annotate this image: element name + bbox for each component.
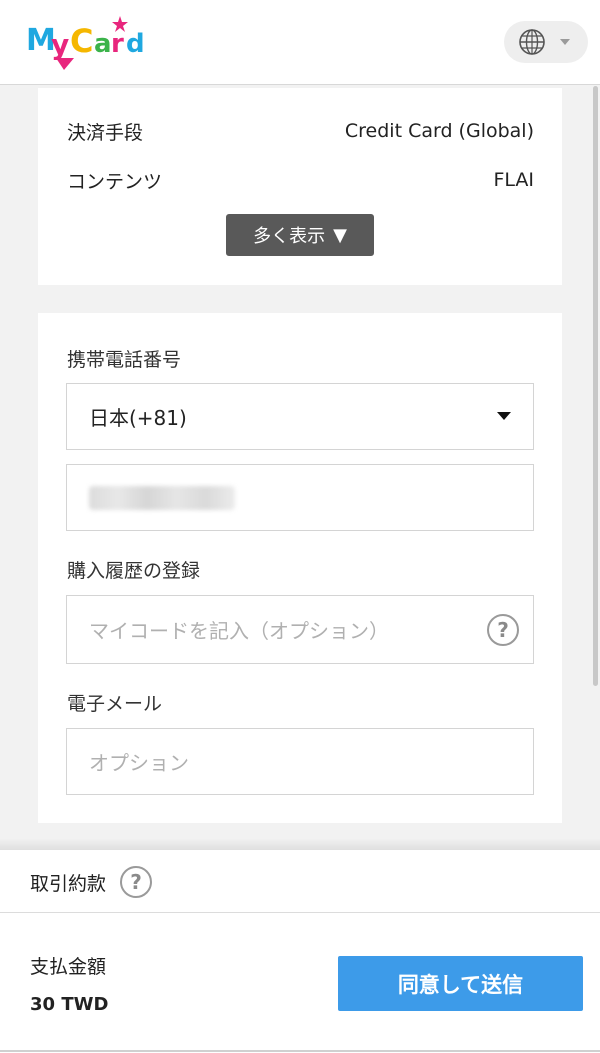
language-selector[interactable] [504, 21, 588, 63]
amount-value: 30 TWD [30, 994, 109, 1015]
svg-text:a: a [94, 29, 112, 59]
bottom-divider [0, 1050, 600, 1052]
show-more-label: 多く表示 [253, 226, 326, 247]
dropdown-arrow-icon [497, 412, 511, 420]
email-placeholder: オプション [89, 751, 189, 775]
agree-submit-button[interactable]: 同意して送信 [338, 956, 583, 1011]
caret-down-icon [560, 39, 570, 45]
country-select-value: 日本(+81) [89, 406, 187, 430]
content-value: FLAI [493, 169, 534, 191]
scrollbar[interactable] [593, 86, 598, 686]
bottom-panel-shadow [0, 838, 600, 850]
payment-method-row: 決済手段 Credit Card (Global) [67, 116, 534, 146]
mycode-placeholder: マイコードを記入（オプション） [89, 619, 389, 643]
svg-text:d: d [126, 29, 145, 59]
terms-label[interactable]: 取引約款 [30, 869, 106, 896]
content-row: コンテンツ FLAI [67, 165, 534, 195]
content-label: コンテンツ [67, 170, 163, 193]
order-summary-card: 決済手段 Credit Card (Global) コンテンツ FLAI 多く表… [38, 88, 562, 285]
mycode-label: 購入履歴の登録 [67, 560, 201, 582]
show-more-button[interactable]: 多く表示 ▼ [226, 214, 374, 256]
email-label: 電子メール [67, 693, 163, 715]
triangle-down-icon: ▼ [333, 224, 347, 246]
help-icon[interactable]: ? [120, 866, 153, 898]
country-code-select[interactable]: 日本(+81) [66, 383, 534, 450]
payment-method-value: Credit Card (Global) [344, 120, 534, 142]
amount-label: 支払金額 [30, 956, 107, 978]
app-header: M y C a r d [0, 0, 600, 85]
payment-method-label: 決済手段 [67, 121, 144, 144]
mycode-input[interactable]: マイコードを記入（オプション） ? [66, 595, 534, 664]
svg-text:r: r [111, 29, 124, 59]
svg-text:C: C [70, 22, 93, 60]
globe-icon [519, 29, 545, 55]
email-input[interactable]: オプション [66, 728, 534, 795]
payment-form-card: 携帯電話番号 日本(+81) 購入履歴の登録 マイコードを記入（オプション） ?… [38, 313, 562, 823]
mycard-logo[interactable]: M y C a r d [26, 14, 158, 72]
svg-text:y: y [51, 28, 69, 61]
checkout-footer: 取引約款 ? 支払金額 30 TWD 同意して送信 [0, 850, 600, 1053]
redacted-phone-number [89, 485, 235, 510]
divider [0, 912, 600, 913]
phone-number-input[interactable] [66, 464, 534, 531]
phone-label: 携帯電話番号 [67, 349, 182, 371]
help-icon[interactable]: ? [487, 614, 519, 646]
terms-row[interactable]: 取引約款 ? [30, 866, 153, 898]
